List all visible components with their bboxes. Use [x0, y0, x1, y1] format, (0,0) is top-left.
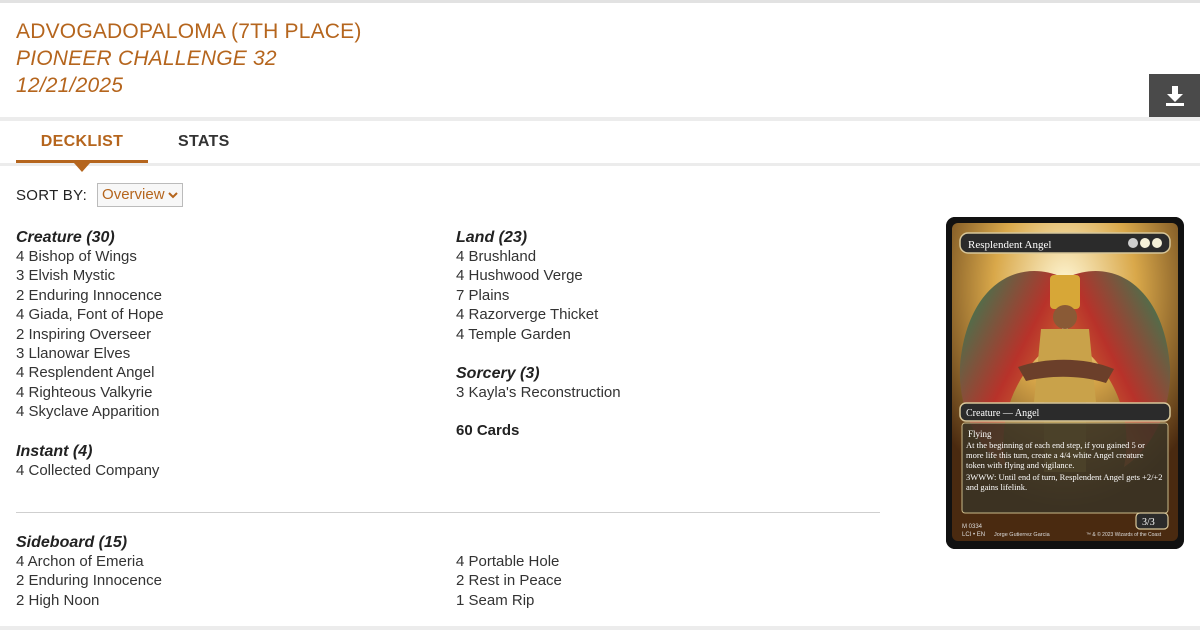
- card-entry[interactable]: 3 Kayla's Reconstruction: [456, 383, 621, 402]
- deck-header: ADVOGADOPALOMA (7TH PLACE) PIONEER CHALL…: [16, 18, 362, 99]
- mainboard-right-column: Land (23) 4 Brushland 4 Hushwood Verge 7…: [456, 228, 621, 439]
- card-entry[interactable]: 2 Enduring Innocence: [16, 286, 164, 305]
- sideboard-right-column: 4 Portable Hole 2 Rest in Peace 1 Seam R…: [456, 552, 562, 610]
- card-preview-image: Resplendent Angel Creature — Angel Flyin…: [946, 217, 1184, 549]
- sideboard-divider: [16, 512, 880, 513]
- card-collector-number: M 0334: [962, 524, 983, 530]
- sorcery-group: Sorcery (3) 3 Kayla's Reconstruction: [456, 364, 621, 402]
- sideboard-left-column: Sideboard (15) 4 Archon of Emeria 2 Endu…: [16, 533, 162, 610]
- card-entry[interactable]: 4 Razorverge Thicket: [456, 305, 621, 324]
- sort-selected-value: Overview: [102, 186, 165, 203]
- card-entry[interactable]: 3 Elvish Mystic: [16, 266, 164, 285]
- card-entry[interactable]: 4 Archon of Emeria: [16, 552, 162, 571]
- card-entry[interactable]: 2 Enduring Innocence: [16, 571, 162, 590]
- card-entry[interactable]: 7 Plains: [456, 286, 621, 305]
- card-type-line: Creature — Angel: [966, 408, 1040, 419]
- sort-select[interactable]: Overview: [97, 183, 183, 207]
- card-entry[interactable]: 2 Rest in Peace: [456, 571, 562, 590]
- card-total: 60 Cards: [456, 422, 520, 440]
- card-entry[interactable]: 4 Skyclave Apparition: [16, 402, 164, 421]
- card-entry[interactable]: 4 Collected Company: [16, 461, 164, 480]
- card-entry[interactable]: 4 Temple Garden: [456, 325, 621, 344]
- card-entry[interactable]: 4 Righteous Valkyrie: [16, 383, 164, 402]
- card-entry[interactable]: 4 Resplendent Angel: [16, 363, 164, 382]
- card-copyright: ™ & © 2023 Wizards of the Coast: [1086, 531, 1162, 538]
- sort-label: SORT BY:: [16, 186, 88, 204]
- card-entry[interactable]: 4 Bishop of Wings: [16, 247, 164, 266]
- card-entry[interactable]: 4 Giada, Font of Hope: [16, 305, 164, 324]
- event-title: PIONEER CHALLENGE 32: [16, 47, 277, 70]
- sort-row: SORT BY: Overview: [16, 183, 183, 207]
- tab-divider: [0, 163, 1200, 166]
- card-artist: Jorge Gutierrez Garcia: [994, 532, 1051, 538]
- card-entry[interactable]: 4 Portable Hole: [456, 552, 562, 571]
- tab-decklist[interactable]: DECKLIST: [16, 121, 148, 163]
- creature-group: Creature (30) 4 Bishop of Wings 3 Elvish…: [16, 228, 164, 422]
- bottom-border: [0, 626, 1200, 630]
- card-name: Resplendent Angel: [968, 239, 1051, 251]
- top-border: [0, 0, 1200, 3]
- land-group: Land (23) 4 Brushland 4 Hushwood Verge 7…: [456, 228, 621, 344]
- active-tab-caret: [74, 163, 90, 172]
- chevron-down-icon: [167, 192, 178, 199]
- tab-stats[interactable]: STATS: [178, 121, 230, 163]
- card-entry[interactable]: 4 Brushland: [456, 247, 621, 266]
- card-pt: 3/3: [1142, 517, 1155, 528]
- card-keyword: Flying: [968, 429, 992, 439]
- player-title: ADVOGADOPALOMA (7TH PLACE): [16, 20, 362, 43]
- category-heading-land: Land (23): [456, 229, 528, 246]
- card-entry[interactable]: 4 Hushwood Verge: [456, 266, 621, 285]
- card-set-line: LCI • EN: [962, 532, 985, 538]
- category-heading-sideboard: Sideboard (15): [16, 534, 128, 551]
- instant-group: Instant (4) 4 Collected Company: [16, 442, 164, 480]
- event-date: 12/21/2025: [16, 74, 124, 97]
- card-entry[interactable]: 3 Llanowar Elves: [16, 344, 164, 363]
- download-icon: [1165, 85, 1184, 106]
- mainboard-left-column: Creature (30) 4 Bishop of Wings 3 Elvish…: [16, 228, 164, 500]
- card-entry[interactable]: 2 Inspiring Overseer: [16, 325, 164, 344]
- download-button[interactable]: [1149, 74, 1200, 117]
- category-heading-creature: Creature (30): [16, 229, 115, 246]
- card-rule-text: 3WWW: Until end of turn, Resplendent Ang…: [966, 472, 1163, 492]
- card-rule-text: At the beginning of each end step, if yo…: [966, 440, 1145, 470]
- category-heading-instant: Instant (4): [16, 442, 93, 460]
- card-entry[interactable]: 1 Seam Rip: [456, 591, 562, 610]
- card-entry[interactable]: 2 High Noon: [16, 591, 162, 610]
- tab-bar: DECKLIST STATS: [16, 121, 230, 163]
- category-heading-sorcery: Sorcery (3): [456, 365, 540, 383]
